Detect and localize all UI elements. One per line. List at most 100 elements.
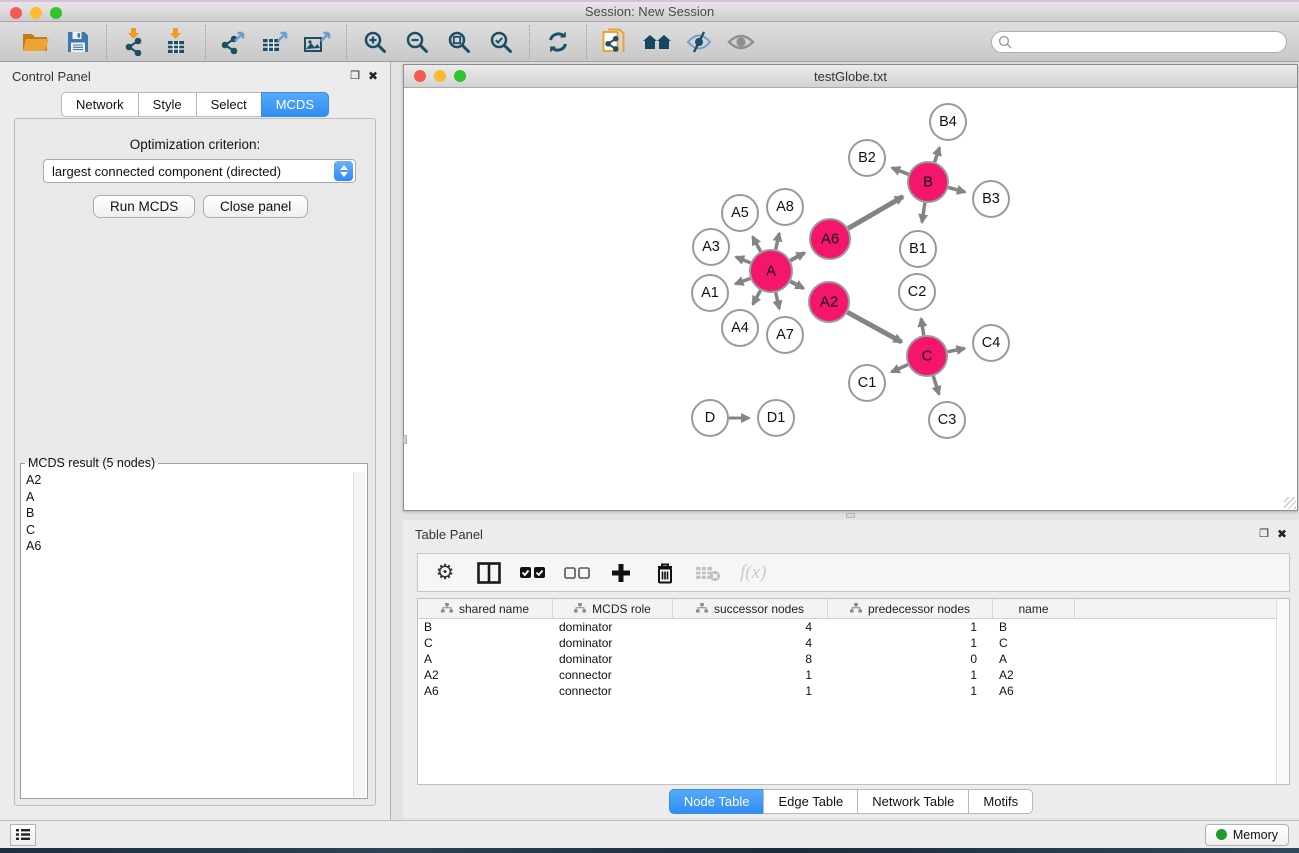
cell-name[interactable]: A6 xyxy=(993,684,1075,698)
table-row[interactable]: A2connector11A2 xyxy=(418,667,1289,683)
edge-A-A6[interactable] xyxy=(790,253,804,261)
cell-predecessor-nodes[interactable]: 0 xyxy=(828,652,993,666)
run-mcds-button[interactable]: Run MCDS xyxy=(93,195,195,218)
cell-successor-nodes[interactable]: 1 xyxy=(673,684,828,698)
result-list-item[interactable]: A2 xyxy=(22,472,352,489)
network-maximize-traffic-light[interactable] xyxy=(454,70,466,82)
network-window-titlebar[interactable]: testGlobe.txt xyxy=(404,65,1297,88)
edge-A-A3[interactable] xyxy=(736,257,751,263)
select-all-icon[interactable] xyxy=(520,559,546,587)
node-B3[interactable]: B3 xyxy=(973,181,1009,217)
cell-successor-nodes[interactable]: 4 xyxy=(673,620,828,634)
close-panel-icon[interactable]: ✖ xyxy=(368,70,378,82)
memory-button[interactable]: Memory xyxy=(1205,824,1289,846)
network-canvas[interactable]: AA1A2A3A4A5A6A7A8BB1B2B3B4CC1C2C3C4DD1 xyxy=(404,88,1297,510)
network-minimize-traffic-light[interactable] xyxy=(434,70,446,82)
node-D[interactable]: D xyxy=(692,400,728,436)
column-header-successor-nodes[interactable]: successor nodes xyxy=(673,599,828,619)
cell-shared-name[interactable]: A2 xyxy=(418,668,553,682)
zoom-in-icon[interactable] xyxy=(359,27,391,57)
cell-successor-nodes[interactable]: 8 xyxy=(673,652,828,666)
node-A4[interactable]: A4 xyxy=(722,310,758,346)
add-icon[interactable] xyxy=(608,559,634,587)
node-B2[interactable]: B2 xyxy=(849,140,885,176)
edge-A6-B[interactable] xyxy=(848,197,903,229)
task-history-button[interactable] xyxy=(10,824,36,846)
cell-predecessor-nodes[interactable]: 1 xyxy=(828,684,993,698)
home-icon[interactable] xyxy=(641,27,673,57)
result-list-item[interactable]: C xyxy=(22,522,352,539)
close-panel-button[interactable]: Close panel xyxy=(203,195,308,218)
table-close-panel-icon[interactable]: ✖ xyxy=(1277,528,1287,540)
tab-edge-table[interactable]: Edge Table xyxy=(763,789,857,814)
edge-C-C3[interactable] xyxy=(933,376,939,394)
hide-panel-icon[interactable] xyxy=(683,27,715,57)
node-B1[interactable]: B1 xyxy=(900,231,936,267)
cell-predecessor-nodes[interactable]: 1 xyxy=(828,636,993,650)
node-A7[interactable]: A7 xyxy=(767,317,803,353)
cell-MCDS-role[interactable]: connector xyxy=(553,684,673,698)
node-A6[interactable]: A6 xyxy=(810,219,850,259)
edge-A-A2[interactable] xyxy=(790,281,803,288)
result-scrollbar[interactable] xyxy=(353,472,366,797)
criterion-dropdown[interactable]: largest connected component (directed) xyxy=(43,159,356,183)
float-panel-icon[interactable]: ❒ xyxy=(350,71,360,82)
edge-C-C1[interactable] xyxy=(892,365,908,372)
split-pane-handle[interactable] xyxy=(846,513,855,518)
node-C2[interactable]: C2 xyxy=(899,274,935,310)
tab-style[interactable]: Style xyxy=(138,92,196,117)
mcds-result-list[interactable]: A2ABCA6 xyxy=(22,472,352,797)
zoom-out-icon[interactable] xyxy=(401,27,433,57)
table-settings-icon[interactable]: ⚙ xyxy=(432,559,458,587)
cell-shared-name[interactable]: A xyxy=(418,652,553,666)
edge-A-A1[interactable] xyxy=(735,278,750,283)
cell-predecessor-nodes[interactable]: 1 xyxy=(828,668,993,682)
zoom-selected-icon[interactable] xyxy=(485,27,517,57)
edge-C-C4[interactable] xyxy=(948,348,965,351)
column-header-shared-name[interactable]: shared name xyxy=(418,599,553,619)
edge-B-B2[interactable] xyxy=(892,168,908,174)
cell-MCDS-role[interactable]: connector xyxy=(553,668,673,682)
tab-network[interactable]: Network xyxy=(61,92,138,117)
columns-icon[interactable] xyxy=(476,559,502,587)
column-header-MCDS-role[interactable]: MCDS role xyxy=(553,599,673,619)
network-file-icon[interactable] xyxy=(599,27,631,57)
result-list-item[interactable]: A6 xyxy=(22,538,352,555)
node-A2[interactable]: A2 xyxy=(809,282,849,322)
import-network-icon[interactable] xyxy=(119,27,151,57)
column-header-name[interactable]: name xyxy=(993,599,1075,619)
table-row[interactable]: Adominator80A xyxy=(418,651,1289,667)
network-window-resize-grip[interactable] xyxy=(1284,497,1296,509)
cell-name[interactable]: A2 xyxy=(993,668,1075,682)
tab-node-table[interactable]: Node Table xyxy=(669,789,764,814)
cell-MCDS-role[interactable]: dominator xyxy=(553,620,673,634)
cell-shared-name[interactable]: C xyxy=(418,636,553,650)
export-image-icon[interactable] xyxy=(302,27,334,57)
node-A8[interactable]: A8 xyxy=(767,189,803,225)
node-C1[interactable]: C1 xyxy=(849,365,885,401)
table-row[interactable]: A6connector11A6 xyxy=(418,683,1289,699)
result-list-item[interactable]: B xyxy=(22,505,352,522)
edge-A-A8[interactable] xyxy=(776,233,780,249)
edge-B-B1[interactable] xyxy=(922,203,925,223)
refresh-icon[interactable] xyxy=(542,27,574,57)
table-scrollbar[interactable] xyxy=(1276,599,1289,784)
tab-select[interactable]: Select xyxy=(196,92,261,117)
node-C[interactable]: C xyxy=(907,336,947,376)
cell-name[interactable]: A xyxy=(993,652,1075,666)
cell-predecessor-nodes[interactable]: 1 xyxy=(828,620,993,634)
zoom-fit-icon[interactable] xyxy=(443,27,475,57)
node-B4[interactable]: B4 xyxy=(930,104,966,140)
cell-MCDS-role[interactable]: dominator xyxy=(553,636,673,650)
edge-A-A7[interactable] xyxy=(776,292,780,308)
cell-name[interactable]: B xyxy=(993,620,1075,634)
cell-successor-nodes[interactable]: 4 xyxy=(673,636,828,650)
import-table-icon[interactable] xyxy=(161,27,193,57)
tab-motifs[interactable]: Motifs xyxy=(968,789,1033,814)
edge-A-A5[interactable] xyxy=(753,237,761,252)
search-input[interactable] xyxy=(991,31,1287,53)
save-session-icon[interactable] xyxy=(62,27,94,57)
edge-A2-C[interactable] xyxy=(847,312,901,342)
cell-successor-nodes[interactable]: 1 xyxy=(673,668,828,682)
table-float-panel-icon[interactable]: ❒ xyxy=(1259,529,1269,540)
